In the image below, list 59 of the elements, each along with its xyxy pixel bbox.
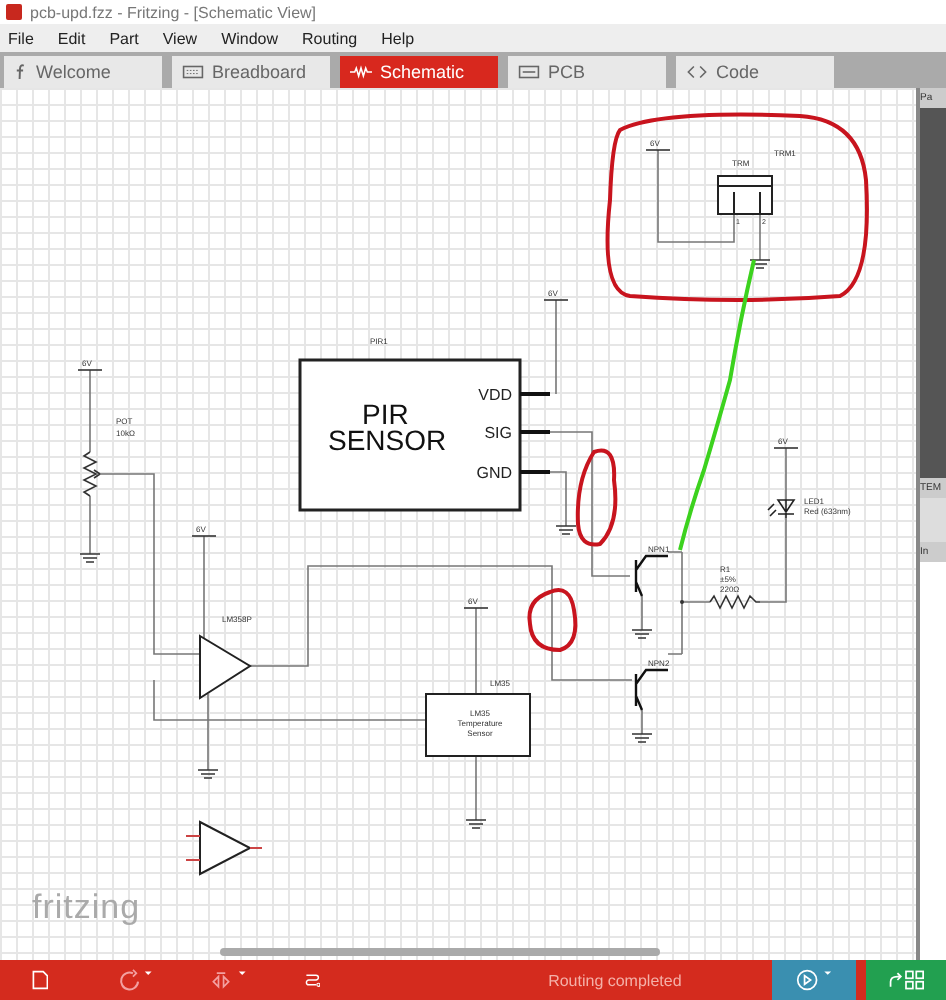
routing-icon[interactable] xyxy=(303,968,321,992)
share-icon xyxy=(885,968,926,992)
fritzing-logo: fritzing xyxy=(32,888,141,926)
logo-icon xyxy=(14,62,28,82)
resistor-symbol xyxy=(709,594,761,610)
pin-line xyxy=(520,392,550,396)
menu-item[interactable]: Edit xyxy=(57,29,86,47)
status-message: Routing completed xyxy=(548,971,684,989)
horizontal-scrollbar[interactable] xyxy=(220,948,660,956)
new-page-icon[interactable] xyxy=(32,968,49,992)
freehand-loop xyxy=(527,588,578,652)
menu-item[interactable]: View xyxy=(162,29,198,47)
sensor-body xyxy=(425,693,531,757)
menu-item[interactable]: File xyxy=(8,29,34,47)
code-icon xyxy=(686,64,708,80)
view-tab[interactable]: Code xyxy=(676,56,834,88)
menu-item[interactable]: Window xyxy=(221,29,279,47)
ground-symbol xyxy=(465,819,487,829)
ground-symbol xyxy=(79,553,101,563)
panel-toolbar xyxy=(920,498,946,542)
breadboard-icon xyxy=(182,64,204,80)
app-icon xyxy=(6,4,22,20)
pin-line xyxy=(520,430,550,434)
transistor-symbol xyxy=(634,554,670,598)
op-amp-symbol xyxy=(199,634,252,700)
freehand-loop xyxy=(575,448,618,547)
pin-label: VDD xyxy=(478,386,512,404)
flip-icon[interactable] xyxy=(210,968,248,992)
ground-symbol xyxy=(749,259,771,269)
resistor-icon xyxy=(350,64,372,80)
view-tab[interactable]: Breadboard xyxy=(172,56,330,88)
menu-item[interactable]: Help xyxy=(381,29,415,47)
menu-item[interactable]: Part xyxy=(109,29,139,47)
menu-item[interactable]: Routing xyxy=(302,29,358,47)
led-symbol xyxy=(767,499,796,519)
potentiometer-symbol xyxy=(82,451,101,497)
view-tab[interactable]: PCB xyxy=(508,56,666,88)
rotate-icon[interactable] xyxy=(116,968,155,992)
view-tab[interactable]: Schematic xyxy=(340,56,498,88)
play-icon xyxy=(793,968,834,992)
pin-label: GND xyxy=(476,464,512,482)
trimmer-pins xyxy=(717,185,773,215)
pin-label: SIG xyxy=(484,424,512,442)
part-title: SENSOR xyxy=(328,424,447,456)
ground-symbol xyxy=(631,733,653,743)
ground-symbol xyxy=(197,769,219,779)
share-button[interactable] xyxy=(865,960,946,1000)
view-tab[interactable]: Welcome xyxy=(4,56,162,88)
part-title: PIR xyxy=(362,398,409,430)
unconnected-pins xyxy=(185,835,263,861)
window-title: pcb-upd.fzz - Fritzing - [Schematic View] xyxy=(30,3,317,21)
op-amp-symbol xyxy=(199,820,253,876)
pin-line xyxy=(520,470,550,474)
trimmer-body xyxy=(717,175,773,215)
ground-symbol xyxy=(631,629,653,639)
ground-symbol xyxy=(555,525,577,535)
simulate-button[interactable] xyxy=(771,960,856,1000)
pcb-icon xyxy=(518,64,540,80)
transistor-symbol xyxy=(634,668,670,712)
